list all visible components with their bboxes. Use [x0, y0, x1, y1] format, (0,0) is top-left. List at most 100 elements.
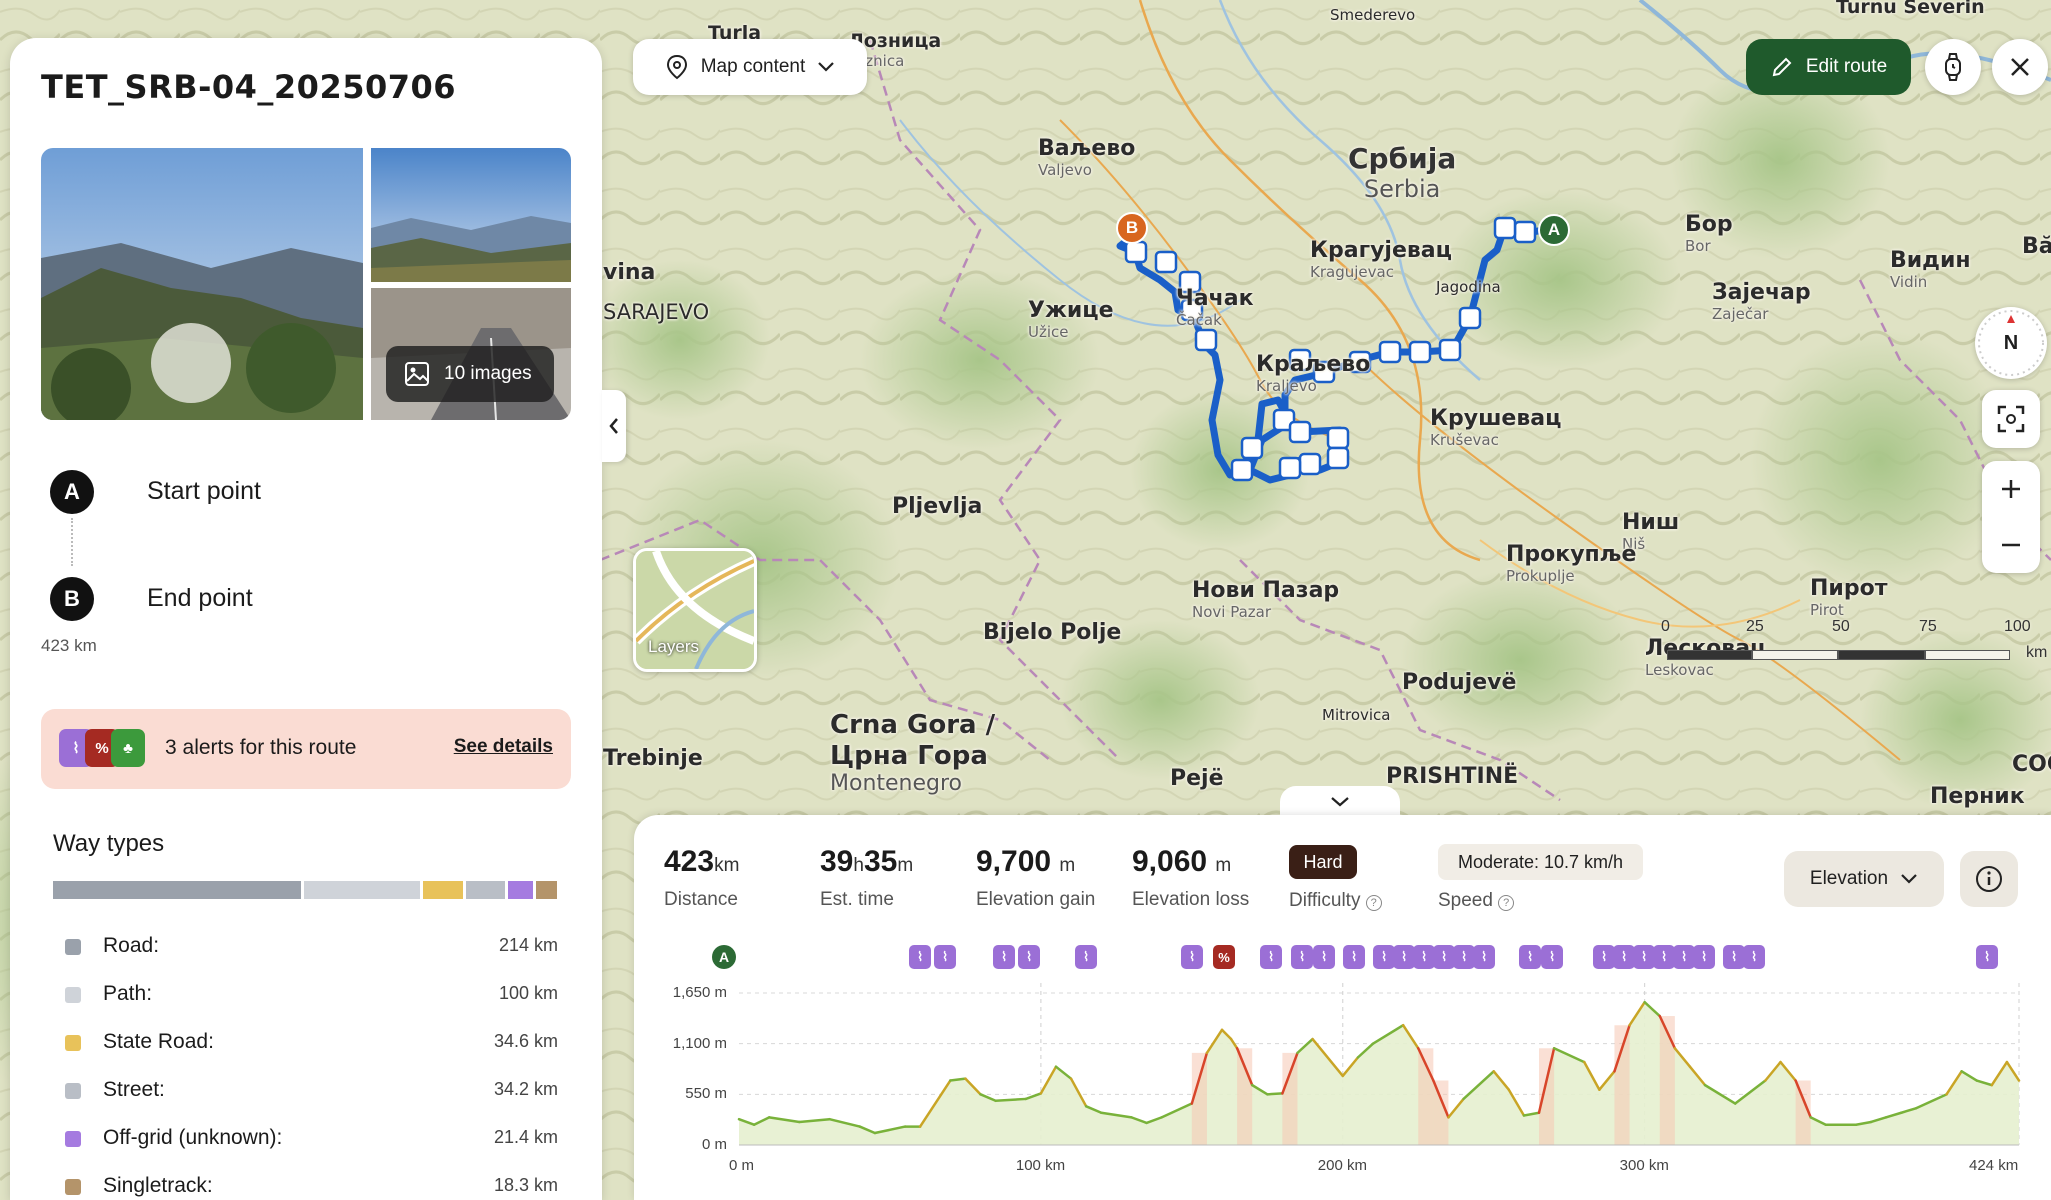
way-type-name: Singletrack: [103, 1174, 213, 1197]
map-label-name: Turnu Severin [1836, 0, 1985, 18]
map-label-8: Крагујевац Kragujevac [1310, 238, 1452, 281]
route-direction-arrow-icon [1438, 338, 1462, 362]
layers-label: Layers [648, 637, 700, 656]
close-icon [2011, 58, 2029, 76]
route-start-marker[interactable]: A [1538, 214, 1570, 246]
map-label-name: vina [603, 260, 656, 285]
map-label-name: Trebinje [603, 746, 703, 771]
route-direction-arrow-icon [1278, 456, 1302, 480]
chevron-left-icon [609, 418, 618, 434]
way-type-bar-segment [465, 881, 506, 899]
chart-x-tick-label: 424 km [1969, 1157, 2019, 1174]
way-type-bar-segment [303, 881, 420, 899]
map-label-name: Pejë [1170, 766, 1224, 791]
route-photo-main[interactable] [41, 148, 363, 420]
map-label-name: Зајечар [1712, 280, 1811, 305]
map-label-sub: Bor [1685, 237, 1711, 255]
map-label-5: Србија Serbia [1348, 142, 1456, 203]
layers-button[interactable]: Layers [633, 548, 757, 672]
way-types-title: Way types [53, 830, 165, 857]
photo-mountain-view-image [371, 148, 571, 282]
zoom-in-button[interactable] [1982, 461, 2040, 517]
map-label-sub: Zaječar [1712, 305, 1769, 323]
map-label-name: Пирот [1810, 576, 1888, 601]
map-label-23: Bijelo Polje [983, 620, 1121, 645]
map-label-sub: Valjevo [1038, 161, 1092, 179]
chevron-down-icon [818, 62, 835, 72]
map-label-15: vina [603, 260, 655, 285]
image-icon [405, 362, 429, 386]
map-label-sub: Montenegro [830, 771, 963, 796]
route-photo-2[interactable] [371, 148, 571, 282]
scale-bar-segment [1667, 650, 1752, 660]
map-label-name: Smederevo [1330, 6, 1416, 24]
steep-segment-shade [1237, 1048, 1253, 1145]
map-label-name: Jagodina [1436, 278, 1501, 296]
scale-unit-label: km [2026, 644, 2048, 661]
way-type-bar-segment [422, 881, 463, 899]
see-details-link[interactable]: See details [454, 736, 553, 758]
way-type-name: Off-grid (unknown): [103, 1126, 283, 1149]
map-label-13: Краљево Kraljevo [1256, 352, 1370, 395]
recenter-button[interactable] [1982, 390, 2040, 448]
end-point-label[interactable]: End point [147, 584, 253, 613]
route-direction-arrow-icon [1240, 436, 1264, 460]
map-label-16: SARAJEVO [603, 300, 709, 324]
route-details-panel: TET_SRB-04_20250706 10 images A Start po… [10, 38, 602, 1200]
chart-x-tick-label: 100 km [1015, 1157, 1066, 1174]
edit-route-button[interactable]: Edit route [1746, 39, 1911, 95]
elevation-line-segment [1266, 1092, 1284, 1096]
way-type-row: Street: 34.2 km [65, 1076, 558, 1106]
map-label-name: СОС [2012, 752, 2051, 777]
map-label-31: Перник [1930, 784, 2025, 809]
route-direction-arrow-icon [1154, 250, 1178, 274]
steep-segment-shade [1659, 1016, 1675, 1145]
map-content-button[interactable]: Map content [633, 39, 867, 95]
chart-y-tick-label: 1,100 m [672, 1034, 727, 1052]
map-label-name: Прокупље [1506, 542, 1637, 567]
map-content-label: Map content [700, 56, 806, 77]
map-label-17: Pljevlja [892, 494, 982, 519]
alerts-text: 3 alerts for this route [165, 736, 357, 759]
route-alerts-banner[interactable]: ⌇ % ♣ 3 alerts for this route See detail… [41, 709, 571, 789]
map-label-name: Краљево [1256, 352, 1371, 377]
chart-y-tick-label: 550 m [685, 1085, 727, 1103]
map-label-name: Србија [1348, 142, 1457, 175]
collapse-stats-handle[interactable] [1280, 786, 1400, 818]
route-end-marker[interactable]: B [1116, 212, 1148, 244]
view-images-button[interactable]: 10 images [386, 346, 554, 402]
chart-y-tick-label: 0 m [701, 1136, 727, 1153]
route-direction-arrow-icon [1194, 328, 1218, 352]
map-label-name: Ниш [1622, 510, 1680, 535]
way-type-name: State Road: [103, 1030, 214, 1053]
route-direction-arrow-icon [1288, 420, 1312, 444]
elevation-chart[interactable] [634, 815, 2051, 1200]
start-point-marker: A [50, 470, 94, 514]
route-direction-arrow-icon [1124, 240, 1148, 264]
map-label-name: Bă [2022, 234, 2051, 259]
close-button[interactable] [1992, 39, 2048, 95]
zoom-out-button[interactable] [1982, 517, 2040, 573]
map-label-sub: Pirot [1810, 601, 1844, 619]
images-count-label: 10 images [444, 363, 532, 384]
compass-button[interactable]: N [1975, 307, 2047, 379]
route-photo-3[interactable]: 10 images [371, 288, 571, 420]
map-label-sub: Čačak [1176, 311, 1222, 329]
watch-sync-button[interactable] [1925, 39, 1981, 95]
map-label-2: Smederevo [1330, 6, 1415, 24]
way-type-bar-segment [53, 881, 301, 899]
route-direction-arrow-icon [1378, 340, 1402, 364]
start-point-label[interactable]: Start point [147, 477, 261, 506]
route-direction-arrow-icon [1230, 458, 1254, 482]
map-label-14: Крушевац Kruševac [1430, 406, 1561, 449]
map-label-33: Bă [2022, 234, 2051, 259]
collapse-panel-button[interactable] [602, 390, 626, 462]
way-type-value: 100 km [498, 983, 558, 1003]
edit-route-label: Edit route [1805, 56, 1888, 77]
map-label-sub: Užice [1028, 323, 1069, 341]
total-distance: 423 km [41, 636, 97, 655]
map-label-name: Црна Гора [830, 741, 988, 771]
scale-bar-segment [1838, 650, 1925, 660]
map-label-sub: Serbia [1363, 175, 1441, 203]
map-label-sub: Kragujevac [1310, 263, 1394, 281]
